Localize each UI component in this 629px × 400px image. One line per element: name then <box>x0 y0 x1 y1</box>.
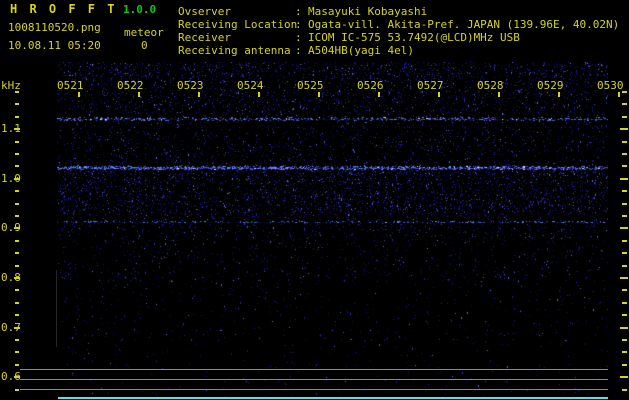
y-axis-minor-tick-right <box>622 289 627 292</box>
observation-datetime: 10.08.11 05:20 <box>8 39 101 52</box>
y-axis-minor-tick-left <box>15 165 19 168</box>
x-axis-minute-tick <box>318 92 320 97</box>
y-axis-major-tick-right <box>620 177 628 180</box>
observation-info: Ovserver: Masayuki Kobayashi Receiving Loc… <box>178 5 619 57</box>
x-axis-minute-tick <box>138 92 140 97</box>
y-axis-minor-tick-right <box>622 339 627 341</box>
info-label: Ovserver <box>178 5 231 18</box>
y-axis-minor-tick-right <box>622 103 627 106</box>
x-axis-minute-tick <box>558 92 560 97</box>
x-axis-time-label: 0522 <box>117 79 144 92</box>
baseline-gray-line <box>20 369 608 370</box>
y-axis-minor-tick-left <box>15 215 19 217</box>
y-axis-minor-tick-left <box>15 363 19 366</box>
y-axis-minor-tick-right <box>622 252 627 255</box>
x-axis-time-label: 0524 <box>237 79 264 92</box>
x-axis-time-label: 0530 <box>597 79 624 92</box>
y-axis-minor-tick-right <box>622 239 627 242</box>
y-axis-major-tick-right <box>620 128 628 131</box>
y-axis-minor-tick-left <box>15 153 19 155</box>
y-axis-tick-label: 0.9 <box>1 221 21 235</box>
y-axis-minor-tick-left <box>15 264 19 267</box>
y-axis-major-tick-right <box>620 227 628 230</box>
y-axis-minor-tick-right <box>622 202 627 205</box>
x-axis-minute-tick <box>498 92 500 97</box>
x-axis-time-label: 0523 <box>177 79 204 92</box>
sweep-cyan-line <box>58 397 608 399</box>
y-axis-minor-tick-right <box>622 301 627 304</box>
y-axis-minor-tick-left <box>15 388 19 391</box>
y-axis-major-tick-right <box>620 376 628 379</box>
y-axis-tick-label: 0.8 <box>1 271 21 284</box>
y-axis-minor-tick-left <box>15 190 19 193</box>
spectrogram-canvas <box>57 62 608 398</box>
y-axis-minor-tick-right <box>622 153 627 155</box>
x-axis-time-label: 0527 <box>417 79 444 92</box>
info-value: ICOM IC-575 53.7492(@LCD)MHz USB <box>308 31 520 44</box>
baseline-gray-line <box>20 389 608 390</box>
info-value: Masayuki Kobayashi <box>308 5 428 18</box>
info-colon: : <box>295 44 302 57</box>
y-axis-minor-tick-right <box>622 363 627 366</box>
y-axis-minor-tick-left <box>15 351 19 354</box>
y-axis-minor-tick-left <box>15 202 19 205</box>
y-axis-minor-tick-left <box>15 301 19 304</box>
y-axis-minor-tick-left <box>15 314 19 317</box>
y-axis-minor-tick-right <box>622 314 627 317</box>
output-filename: 1008110520.png <box>8 21 101 34</box>
y-axis-minor-tick-left <box>15 239 19 242</box>
y-axis-minor-tick-right <box>622 190 627 193</box>
x-axis-time-label: 0529 <box>537 79 564 92</box>
info-label: Receiver <box>178 31 231 44</box>
x-axis-minute-tick <box>78 92 80 97</box>
x-axis-minute-tick <box>198 92 200 97</box>
info-label: Receiving antenna <box>178 44 291 57</box>
y-axis-minor-tick-right <box>622 140 627 143</box>
info-row: Receiving antenna: A504HB(yagi 4el) <box>178 44 619 57</box>
x-axis-time-label: 0526 <box>357 79 384 92</box>
app-title: H R O F F T <box>10 2 117 16</box>
x-axis-minute-tick <box>258 92 260 97</box>
x-axis-minute-tick <box>618 92 620 97</box>
info-colon: : <box>295 5 302 18</box>
y-axis-major-tick-right <box>620 277 628 279</box>
info-value: Ogata-vill. Akita-Pref. JAPAN (139.96E, … <box>308 18 620 31</box>
x-axis-minute-tick <box>438 92 440 97</box>
y-axis-minor-tick-left <box>15 289 19 292</box>
faint-vertical-line <box>56 270 57 347</box>
y-axis-minor-tick-right <box>622 165 627 168</box>
y-axis-tick-label: 0.6 <box>1 370 21 384</box>
info-colon: : <box>295 18 302 31</box>
info-value: A504HB(yagi 4el) <box>308 44 414 57</box>
y-axis-minor-tick-left <box>15 103 19 106</box>
y-axis-tick-label: 1.0 <box>1 171 21 185</box>
info-row: Receiving Location: Ogata-vill. Akita-Pre… <box>178 18 619 31</box>
x-axis-minute-tick <box>378 92 380 97</box>
y-axis-minor-tick-right <box>622 264 627 267</box>
y-axis-major-tick-right <box>620 326 628 329</box>
y-axis-minor-tick-left <box>15 91 19 93</box>
y-axis-minor-tick-left <box>15 140 19 143</box>
meteor-count: 0 <box>141 39 148 52</box>
info-label: Receiving Location <box>178 18 298 31</box>
app-version: 1.0.0 <box>123 3 157 16</box>
hrofft-screen: H R O F F T 1.0.0 1008110520.png meteor … <box>0 0 629 400</box>
info-colon: : <box>295 31 302 44</box>
x-axis-time-label: 0521 <box>57 79 84 92</box>
y-axis-minor-tick-right <box>622 351 627 354</box>
x-axis-time-label: 0525 <box>297 79 324 92</box>
y-axis-tick-label: 1.1 <box>1 122 21 136</box>
y-axis-tick-label: 0.7 <box>1 320 21 334</box>
baseline-gray-line <box>20 379 608 380</box>
info-row: Receiver: ICOM IC-575 53.7492(@LCD)MHz US… <box>178 31 619 44</box>
y-axis-minor-tick-left <box>15 339 19 341</box>
info-row: Ovserver: Masayuki Kobayashi <box>178 5 619 18</box>
mode-label: meteor <box>124 26 164 39</box>
y-axis-minor-tick-right <box>622 215 627 217</box>
y-axis-minor-tick-left <box>15 252 19 255</box>
x-axis-time-label: 0528 <box>477 79 504 92</box>
y-axis-minor-tick-right <box>622 115 627 118</box>
y-axis-minor-tick-right <box>622 388 627 391</box>
y-axis-minor-tick-left <box>15 115 19 118</box>
